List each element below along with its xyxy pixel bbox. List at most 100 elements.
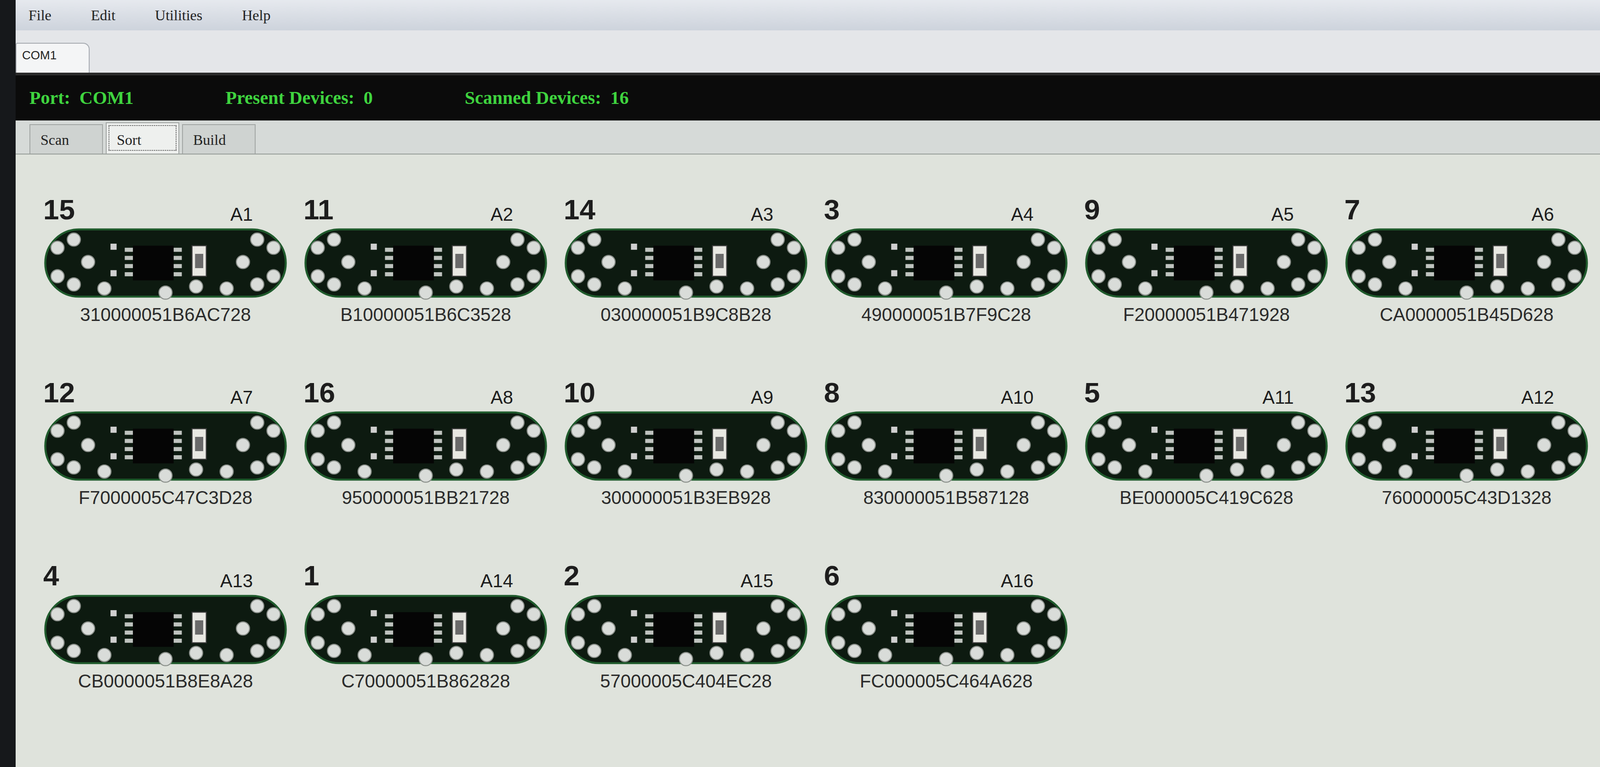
- device-header: 16 A8: [301, 377, 550, 409]
- device-card[interactable]: 8A10 830000051B587128: [822, 377, 1071, 510]
- device-number: 5: [1084, 377, 1100, 409]
- device-grid: 15A1310000051B6AC728 11 A2 B10000051B6C3528…: [41, 194, 1582, 693]
- device-card[interactable]: 5A11BE000005C419C628: [1082, 377, 1331, 510]
- device-id: 950000051BB21728: [301, 483, 550, 510]
- status-value: 0: [363, 84, 373, 112]
- device-number: 12: [43, 377, 75, 409]
- device-card[interactable]: 6 A16 FC000005C464A628: [822, 560, 1071, 693]
- port-tab[interactable]: COM1: [15, 42, 90, 73]
- device-card[interactable]: 14 A3 030000051B9C8B28: [561, 194, 811, 327]
- device-slot: A5: [1271, 203, 1294, 226]
- port-tab-bar: COM1: [15, 30, 1600, 73]
- device-id: 830000051B587128: [822, 483, 1071, 510]
- device-slot: A16: [1000, 569, 1034, 592]
- device-number: 1: [303, 560, 320, 592]
- device-number: 8: [823, 377, 840, 409]
- status-value: 16: [610, 84, 629, 112]
- board-icon: [1082, 225, 1331, 301]
- device-card[interactable]: 12A7F7000005C47C3D28: [41, 377, 290, 510]
- device-id: 300000051B3EB928: [561, 483, 811, 510]
- device-id: CA0000051B45D628: [1342, 300, 1591, 327]
- device-number: 4: [43, 560, 59, 592]
- menu-item[interactable]: File: [26, 3, 54, 28]
- device-slot: A3: [750, 203, 774, 226]
- device-number: 14: [563, 194, 596, 226]
- board-icon: [41, 591, 290, 668]
- device-header: 12 A7: [41, 377, 290, 409]
- device-header: 10A9: [561, 377, 811, 409]
- board-icon: [41, 408, 290, 484]
- view-tab[interactable]: Build: [182, 124, 256, 154]
- board-icon: [822, 225, 1071, 301]
- device-id: F20000051B471928: [1082, 300, 1331, 327]
- device-id: 57000005C404EC28: [561, 667, 811, 693]
- main-area: File Edit Utilities Help COM1 Port: COM1 Presen…: [15, 0, 1600, 767]
- device-slot: A7: [230, 386, 253, 409]
- device-id: 030000051B9C8B28: [561, 300, 811, 327]
- board-icon: [301, 591, 550, 668]
- status-label: Port:: [29, 84, 71, 112]
- sort-panel: 15A1310000051B6AC728 11 A2 B10000051B6C3528…: [15, 154, 1600, 767]
- board-icon: [822, 591, 1071, 668]
- status-label: Scanned Devices:: [464, 84, 602, 112]
- device-card[interactable]: 11 A2 B10000051B6C3528: [301, 194, 550, 327]
- device-id: FC000005C464A628: [822, 667, 1071, 693]
- status-bar: Port: COM1 Present Devices: 0 Scanned Device…: [15, 72, 1600, 121]
- device-number: 7: [1344, 194, 1360, 226]
- device-header: 9 A5: [1082, 194, 1331, 226]
- device-slot: A14: [480, 569, 514, 592]
- menu-item[interactable]: Edit: [89, 3, 118, 28]
- device-slot: A8: [490, 386, 514, 409]
- device-number: 10: [563, 377, 596, 409]
- device-id: B10000051B6C3528: [301, 300, 550, 327]
- device-card[interactable]: 7 A6 CA0000051B45D628: [1342, 194, 1591, 327]
- device-card[interactable]: 10A9 300000051B3EB928: [561, 377, 811, 510]
- device-number: 6: [823, 560, 840, 592]
- device-card[interactable]: 16 A8 950000051BB21728: [301, 377, 550, 510]
- device-slot: A11: [1262, 386, 1294, 409]
- board-icon: [561, 408, 811, 484]
- device-card[interactable]: 9 A5 F20000051B471928: [1082, 194, 1331, 327]
- device-card[interactable]: 15A1310000051B6AC728: [41, 194, 290, 327]
- status-label: Present Devices:: [225, 84, 355, 112]
- device-number: 9: [1084, 194, 1100, 226]
- device-card[interactable]: 3A4490000051B7F9C28: [822, 194, 1071, 327]
- board-icon: [561, 225, 811, 301]
- app-window: File Edit Utilities Help COM1 Port: COM1 Presen…: [0, 0, 1600, 767]
- device-card[interactable]: 2A1557000005C404EC28: [561, 560, 811, 693]
- device-header: 8A10: [822, 377, 1071, 409]
- menu-item[interactable]: Help: [240, 3, 273, 28]
- device-header: 7 A6: [1342, 194, 1591, 226]
- device-slot: A6: [1531, 203, 1555, 226]
- view-tab[interactable]: Sort: [105, 122, 180, 154]
- device-number: 13: [1344, 377, 1377, 409]
- device-number: 16: [303, 377, 336, 409]
- device-card[interactable]: 1A14C70000051B862828: [301, 560, 550, 693]
- status-value: COM1: [79, 84, 134, 112]
- status-field: Scanned Devices: 16: [464, 84, 629, 112]
- status-field: Present Devices: 0: [225, 84, 373, 112]
- device-slot: A4: [1011, 203, 1034, 226]
- view-tab[interactable]: Scan: [29, 124, 103, 154]
- device-header: 14 A3: [561, 194, 811, 226]
- device-header: 6 A16: [822, 560, 1071, 592]
- board-icon: [301, 408, 550, 484]
- device-card[interactable]: 13A1276000005C43D1328: [1342, 377, 1591, 510]
- board-icon: [1082, 408, 1331, 484]
- device-card[interactable]: 4A13CB0000051B8E8A28: [41, 560, 290, 693]
- board-icon: [41, 225, 290, 301]
- device-header: 13A12: [1342, 377, 1591, 409]
- screen-bezel: [0, 0, 16, 767]
- menu-bar: File Edit Utilities Help: [15, 0, 1600, 31]
- board-icon: [301, 225, 550, 301]
- device-header: 15A1: [41, 194, 290, 226]
- board-icon: [561, 591, 811, 668]
- device-number: 3: [823, 194, 840, 226]
- board-icon: [822, 408, 1071, 484]
- device-slot: A2: [490, 203, 514, 226]
- view-tab-bar: ScanSortBuild: [15, 120, 1600, 155]
- status-field: Port: COM1: [29, 84, 134, 112]
- device-slot: A13: [220, 569, 253, 592]
- menu-item[interactable]: Utilities: [153, 3, 205, 28]
- device-number: 11: [303, 194, 334, 226]
